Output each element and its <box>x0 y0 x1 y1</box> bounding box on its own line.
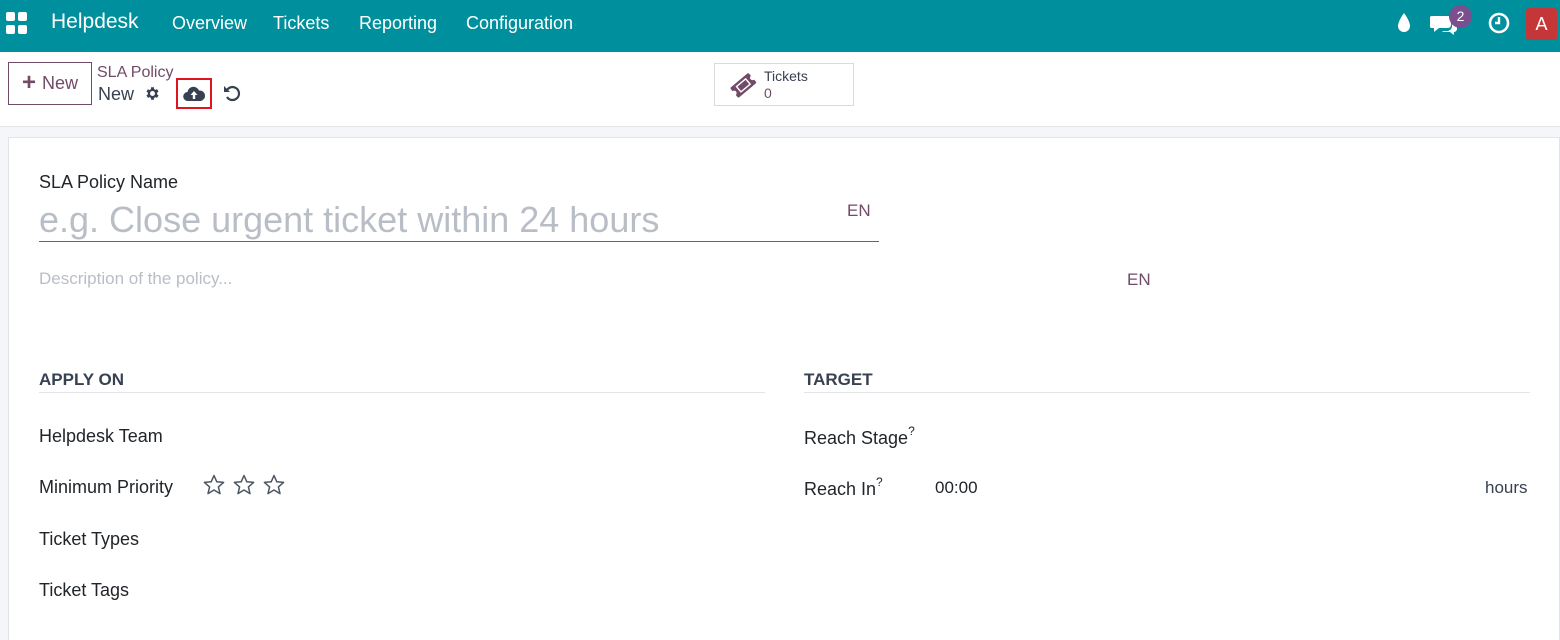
breadcrumb-current: New <box>98 84 135 104</box>
description-language-button[interactable]: EN <box>1127 270 1151 290</box>
ticket-icon <box>728 71 758 104</box>
help-tooltip-icon[interactable]: ? <box>908 424 915 438</box>
minimum-priority-label: Minimum Priority <box>39 477 174 497</box>
apply-on-heading: APPLY ON <box>39 370 125 389</box>
menu-configuration[interactable]: Configuration <box>466 13 573 34</box>
save-button[interactable] <box>176 78 212 109</box>
new-button-label: New <box>42 73 79 93</box>
policy-name-label: SLA Policy Name <box>39 172 179 192</box>
star-icon[interactable] <box>232 473 256 497</box>
apply-on-divider <box>39 392 765 393</box>
breadcrumb-parent[interactable]: SLA Policy <box>97 64 173 82</box>
menu-tickets[interactable]: Tickets <box>273 13 329 34</box>
star-icon[interactable] <box>262 473 286 497</box>
clock-icon[interactable] <box>1487 11 1511 40</box>
smart-button-label: Tickets <box>764 68 808 84</box>
messages-badge: 2 <box>1449 5 1472 28</box>
reach-in-input[interactable]: 00:00 <box>935 478 978 498</box>
target-heading: TARGET <box>804 370 873 389</box>
drop-icon[interactable] <box>1396 12 1412 39</box>
form-sheet: SLA Policy Name EN EN APPLY ON Helpdesk … <box>8 137 1560 640</box>
reach-in-unit: hours <box>1485 478 1528 497</box>
policy-name-input[interactable] <box>39 198 879 242</box>
reach-in-text: Reach In <box>804 479 877 499</box>
new-button[interactable]: + New <box>8 62 92 105</box>
discard-icon[interactable] <box>222 83 242 108</box>
name-language-button[interactable]: EN <box>847 201 871 221</box>
user-avatar[interactable]: A <box>1526 8 1557 40</box>
reach-in-label: Reach In? <box>804 475 883 500</box>
app-brand[interactable]: Helpdesk <box>51 10 139 34</box>
reach-stage-label: Reach Stage? <box>804 424 915 449</box>
tickets-smart-button[interactable]: Tickets 0 <box>714 63 854 106</box>
smart-button-count: 0 <box>764 85 772 101</box>
control-panel: + New SLA Policy New Tickets 0 <box>0 52 1560 127</box>
cloud-upload-icon <box>183 86 205 101</box>
menu-overview[interactable]: Overview <box>172 13 247 34</box>
helpdesk-team-label: Helpdesk Team <box>39 426 163 446</box>
plus-icon: + <box>21 68 36 96</box>
priority-stars <box>202 473 286 497</box>
policy-description-input[interactable] <box>39 266 939 292</box>
target-divider <box>804 392 1530 393</box>
star-icon[interactable] <box>202 473 226 497</box>
ticket-tags-label: Ticket Tags <box>39 580 130 600</box>
top-navbar: Helpdesk Overview Tickets Reporting Conf… <box>0 0 1560 52</box>
gear-icon[interactable] <box>144 85 161 107</box>
apps-grid-icon[interactable] <box>6 12 28 34</box>
ticket-types-label: Ticket Types <box>39 529 140 549</box>
help-tooltip-icon[interactable]: ? <box>876 475 883 489</box>
menu-reporting[interactable]: Reporting <box>359 13 437 34</box>
reach-stage-text: Reach Stage <box>804 428 909 448</box>
